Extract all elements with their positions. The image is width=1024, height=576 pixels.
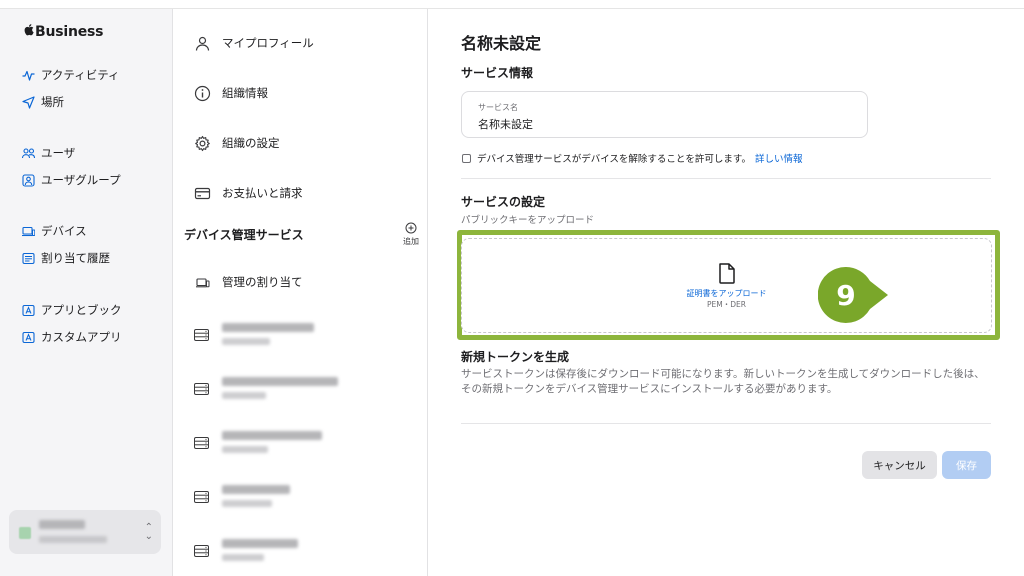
service-name-redacted	[222, 485, 290, 494]
sidebar-item-custom-apps[interactable]: カスタムアプリ	[22, 327, 122, 347]
menu-item-label: マイプロフィール	[222, 36, 314, 50]
server-icon	[194, 329, 209, 341]
service-detail-redacted	[222, 446, 268, 453]
service-name-redacted	[222, 539, 298, 548]
add-label: 追加	[403, 237, 419, 246]
account-name-redacted	[39, 520, 85, 529]
service-detail-redacted	[222, 500, 272, 507]
section-divider	[461, 423, 991, 424]
sidebar-item-user-groups[interactable]: ユーザグループ	[22, 170, 121, 190]
certificate-upload-dropzone[interactable]: 証明書をアップロード PEM・DER	[461, 238, 992, 333]
list-item-service[interactable]	[194, 535, 354, 567]
service-name-redacted	[222, 377, 338, 386]
section-divider	[461, 178, 991, 179]
sidebar-item-activity[interactable]: アクティビティ	[22, 65, 120, 85]
apple-logo-icon	[23, 23, 34, 40]
activity-icon	[22, 69, 35, 82]
step-callout-badge: 9	[818, 267, 888, 323]
save-button[interactable]: 保存	[942, 451, 991, 479]
brand-name: Business	[35, 23, 104, 40]
avatar	[19, 527, 31, 539]
token-description: サービストークンは保存後にダウンロード可能になります。新しいトークンを生成してダ…	[461, 368, 985, 395]
devices-icon	[22, 225, 35, 238]
sidebar-item-label: 場所	[41, 95, 64, 109]
info-icon	[194, 85, 211, 102]
sidebar-item-label: 割り当て履歴	[41, 251, 110, 265]
cancel-button[interactable]: キャンセル	[862, 451, 937, 479]
menu-item-payments-billing[interactable]: お支払いと請求	[194, 183, 303, 203]
list-item-service[interactable]	[194, 373, 354, 405]
service-detail-redacted	[222, 338, 270, 345]
server-icon	[194, 545, 209, 557]
assignment-history-icon	[22, 252, 35, 265]
sidebar-item-label: ユーザ	[41, 146, 76, 160]
sidebar-item-assignment-history[interactable]: 割り当て履歴	[22, 248, 110, 268]
upload-certificate-link[interactable]: 証明書をアップロード	[462, 288, 991, 299]
credit-card-icon	[194, 185, 211, 202]
service-detail-panel: 名称未設定 サービス情報 サービス名 デバイス管理サービスがデバイスを解除するこ…	[429, 9, 1024, 576]
menu-item-label: 管理の割り当て	[222, 275, 303, 289]
new-token-heading: 新規トークンを生成	[461, 350, 570, 364]
public-key-label: パブリックキーをアップロード	[461, 215, 595, 226]
account-switcher[interactable]: ⌃ ⌄	[9, 510, 161, 554]
menu-item-organization-settings[interactable]: 組織の設定	[194, 133, 280, 153]
devices-icon	[194, 274, 211, 291]
sidebar-item-locations[interactable]: 場所	[22, 92, 64, 112]
server-icon	[194, 437, 209, 449]
person-icon	[194, 35, 211, 52]
page-title: 名称未設定	[461, 34, 542, 53]
learn-more-link[interactable]: 詳しい情報	[755, 151, 803, 165]
service-detail-redacted	[222, 392, 266, 399]
apps-books-icon	[22, 304, 35, 317]
service-name-redacted	[222, 431, 322, 440]
service-settings-heading: サービスの設定	[461, 195, 546, 209]
users-icon	[22, 147, 35, 160]
document-icon	[719, 263, 735, 284]
allow-release-label: デバイス管理サービスがデバイスを解除することを許可します。	[477, 154, 751, 165]
settings-column: マイプロフィール 組織情報 組織の設定 お支払いと請求 デバイス管理サービス 追…	[174, 9, 428, 576]
menu-item-my-profile[interactable]: マイプロフィール	[194, 33, 314, 53]
sidebar-item-label: アクティビティ	[41, 68, 120, 82]
server-icon	[194, 491, 209, 503]
account-subtitle-redacted	[39, 536, 107, 543]
gear-icon	[194, 135, 211, 152]
service-detail-redacted	[222, 554, 264, 561]
location-arrow-icon	[22, 95, 35, 109]
add-service-button[interactable]: 追加	[396, 222, 426, 250]
sidebar-item-label: カスタムアプリ	[41, 330, 122, 344]
brand-logo: Business	[23, 23, 104, 40]
sidebar-item-label: デバイス	[41, 224, 87, 238]
user-group-icon	[22, 173, 35, 187]
server-icon	[194, 383, 209, 395]
list-item-service[interactable]	[194, 319, 354, 351]
service-name-field[interactable]: サービス名	[461, 91, 868, 138]
sidebar-item-label: アプリとブック	[41, 303, 122, 317]
chevron-up-down-icon: ⌃ ⌄	[144, 522, 153, 542]
device-management-header: デバイス管理サービス	[184, 228, 304, 242]
list-item-service[interactable]	[194, 481, 354, 513]
allow-release-checkbox[interactable]	[462, 153, 471, 163]
menu-item-label: お支払いと請求	[222, 186, 303, 200]
sidebar-item-label: ユーザグループ	[41, 173, 121, 187]
service-name-input[interactable]	[478, 117, 851, 131]
service-name-label: サービス名	[478, 103, 518, 112]
sidebar: Business アクティビティ 場所 ユーザ ユーザグループ デバイス 割り当…	[0, 9, 173, 576]
sidebar-item-apps-books[interactable]: アプリとブック	[22, 300, 122, 320]
service-name-redacted	[222, 323, 314, 332]
menu-item-management-assignment[interactable]: 管理の割り当て	[194, 272, 303, 292]
allow-release-row: デバイス管理サービスがデバイスを解除することを許可します。 詳しい情報	[462, 151, 803, 165]
list-item-service[interactable]	[194, 427, 354, 459]
sidebar-item-users[interactable]: ユーザ	[22, 143, 75, 163]
custom-apps-icon	[22, 331, 35, 344]
menu-item-label: 組織の設定	[222, 136, 280, 150]
menu-item-label: 組織情報	[222, 86, 268, 100]
sidebar-item-devices[interactable]: デバイス	[22, 221, 87, 241]
upload-formats: PEM・DER	[707, 300, 746, 309]
service-info-heading: サービス情報	[461, 66, 534, 80]
step-number: 9	[836, 278, 856, 312]
plus-circle-icon	[405, 222, 417, 234]
menu-item-organization-info[interactable]: 組織情報	[194, 83, 268, 103]
